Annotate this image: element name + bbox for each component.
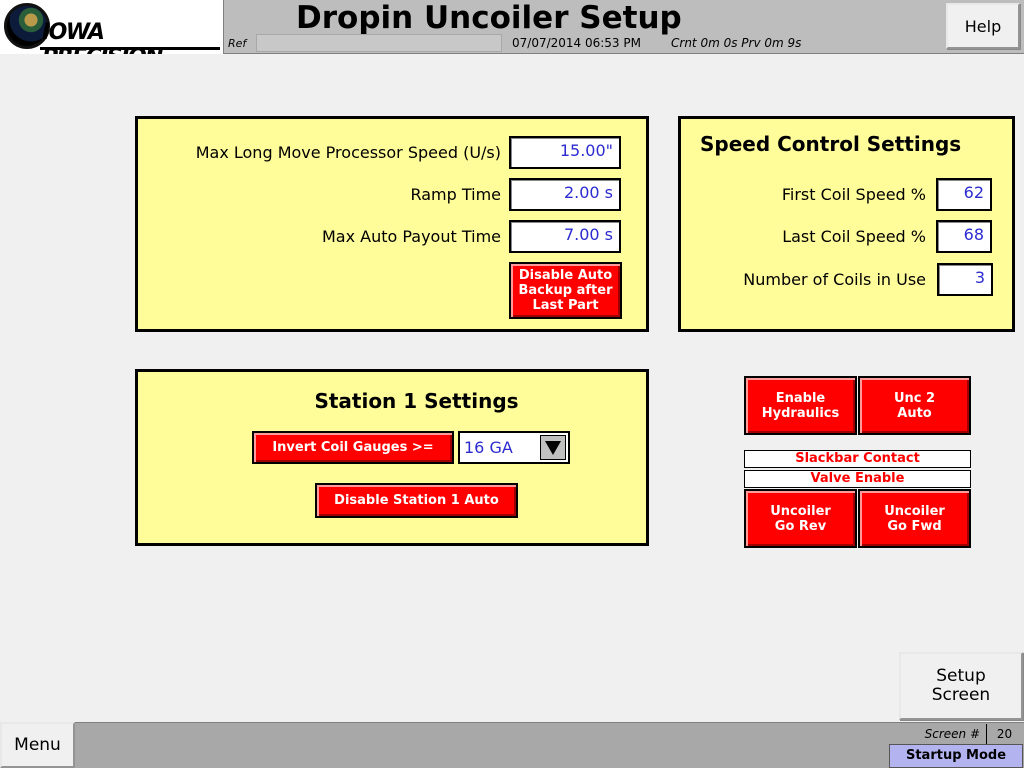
gauge-select[interactable]: 16 GA <box>458 431 570 464</box>
ref-label: Ref <box>228 37 247 50</box>
num-coils-label: Number of Coils in Use <box>743 270 926 289</box>
station-1-heading: Station 1 Settings <box>314 389 519 413</box>
gauge-select-value: 16 GA <box>464 438 513 457</box>
menu-button[interactable]: Menu <box>0 722 75 768</box>
slackbar-contact-indicator: Slackbar Contact <box>744 450 971 468</box>
unc2-auto-button[interactable]: Unc 2 Auto <box>858 376 971 435</box>
speed-control-heading: Speed Control Settings <box>700 132 962 156</box>
setup-screen-button[interactable]: Setup Screen <box>899 652 1023 720</box>
mode-indicator: Startup Mode <box>889 744 1023 768</box>
screen-number-label: Screen # <box>924 727 980 741</box>
max-long-move-label: Max Long Move Processor Speed (U/s) <box>195 143 501 162</box>
cycle-timers: Crnt 0m 0s Prv 0m 9s <box>671 36 802 50</box>
first-coil-speed-label: First Coil Speed % <box>781 185 926 204</box>
uncoiler-go-rev-button[interactable]: Uncoiler Go Rev <box>744 489 857 548</box>
last-coil-speed-label: Last Coil Speed % <box>782 227 926 246</box>
max-auto-payout-label: Max Auto Payout Time <box>321 227 501 246</box>
disable-station-1-auto-button[interactable]: Disable Station 1 Auto <box>315 483 518 518</box>
footer-bar <box>0 722 1024 768</box>
max-long-move-field[interactable]: 15.00" <box>509 136 621 169</box>
screen-number: 20 <box>986 724 1022 744</box>
company-logo: IOWA PRECISION <box>0 0 224 54</box>
invert-coil-gauges-button[interactable]: Invert Coil Gauges >= <box>252 431 454 464</box>
uncoiler-go-fwd-button[interactable]: Uncoiler Go Fwd <box>858 489 971 548</box>
valve-enable-indicator: Valve Enable <box>744 470 971 488</box>
page-title: Dropin Uncoiler Setup <box>296 0 682 36</box>
ramp-time-field[interactable]: 2.00 s <box>509 178 621 211</box>
datetime: 07/07/2014 06:53 PM <box>512 36 641 50</box>
help-button[interactable]: Help <box>946 3 1020 49</box>
enable-hydraulics-button[interactable]: Enable Hydraulics <box>744 376 857 435</box>
max-auto-payout-field[interactable]: 7.00 s <box>509 220 621 253</box>
disable-auto-backup-button[interactable]: Disable Auto Backup after Last Part <box>509 262 622 319</box>
num-coils-field[interactable]: 3 <box>937 263 993 296</box>
first-coil-speed-field[interactable]: 62 <box>936 178 992 211</box>
last-coil-speed-field[interactable]: 68 <box>936 220 992 253</box>
chevron-down-icon[interactable] <box>540 435 566 460</box>
logo-underline <box>40 47 220 50</box>
ref-field <box>256 34 502 52</box>
header-bar: IOWA PRECISION Dropin Uncoiler Setup Ref… <box>0 0 1024 54</box>
ramp-time-label: Ramp Time <box>410 185 501 204</box>
